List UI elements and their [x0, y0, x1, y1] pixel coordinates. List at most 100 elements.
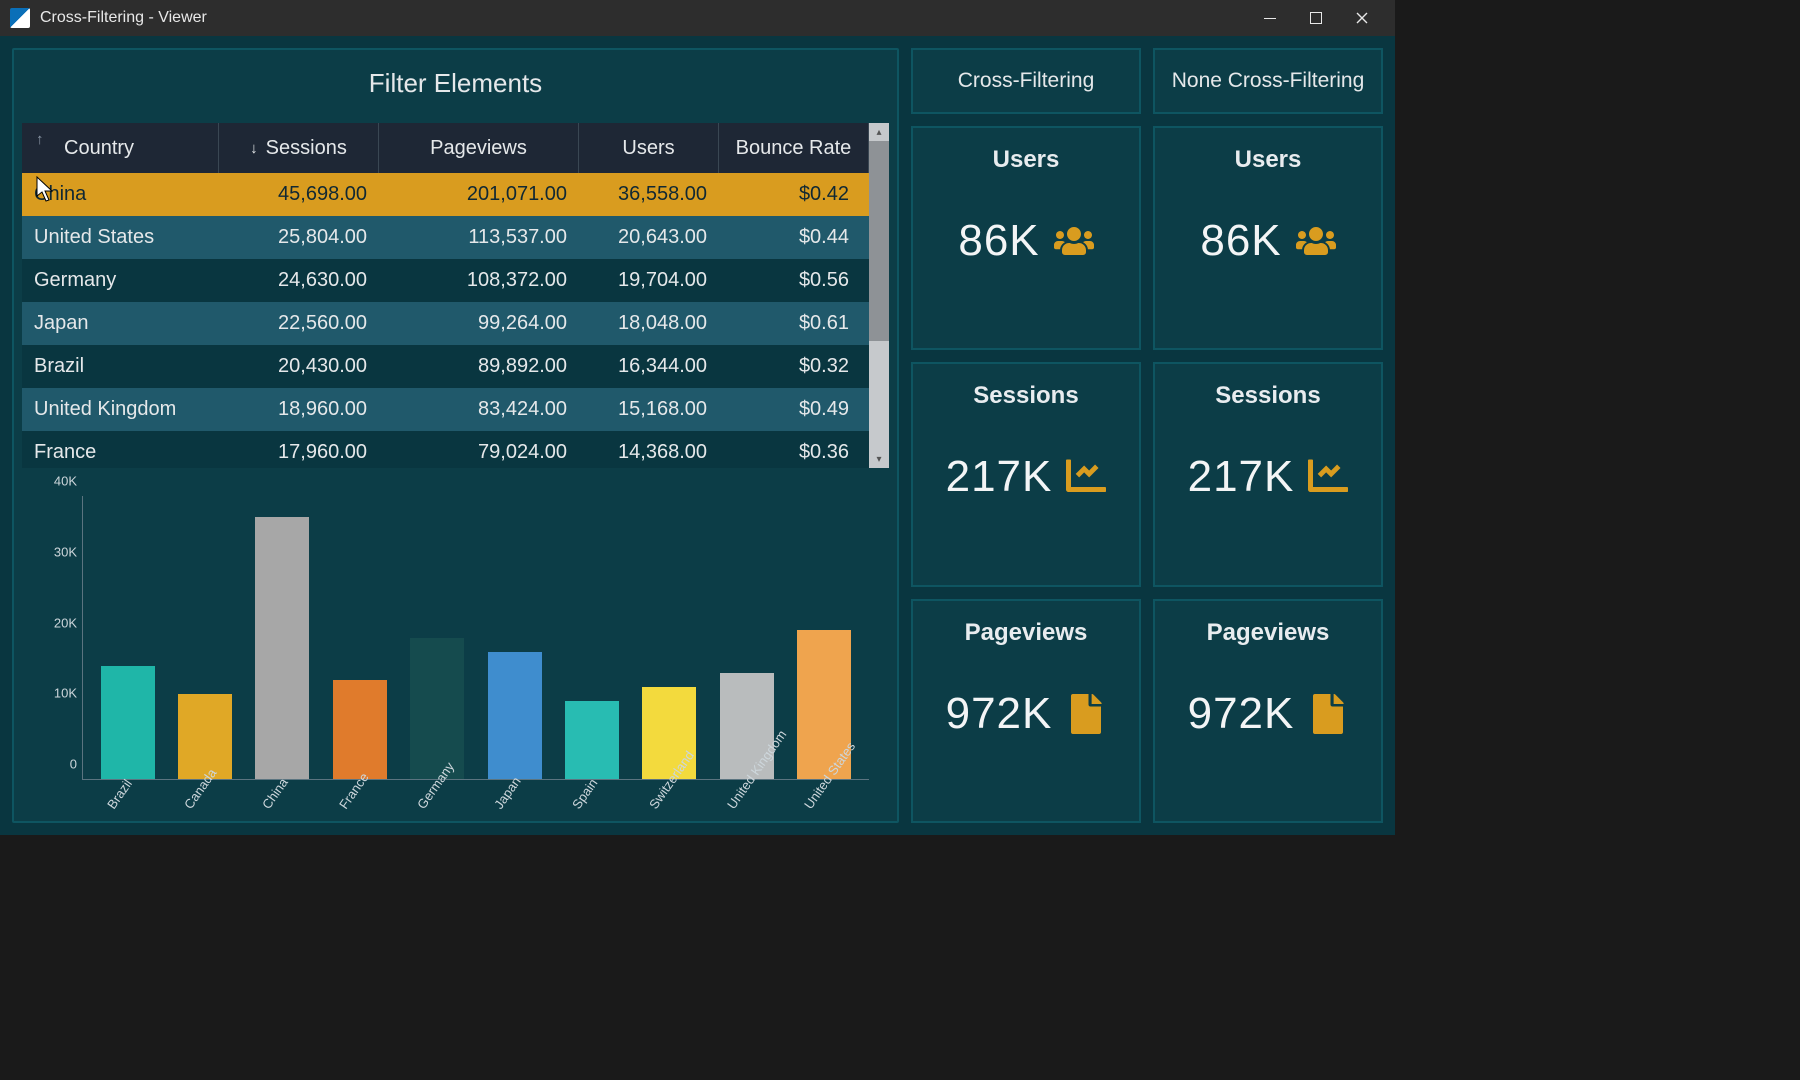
y-tick-label: 0	[35, 757, 77, 772]
bar[interactable]	[333, 496, 387, 779]
kpi-pageviews-cf[interactable]: Pageviews 972K	[911, 599, 1141, 823]
users-icon	[1296, 221, 1336, 261]
chart-line-icon	[1308, 457, 1348, 497]
col-header-sessions[interactable]: ↓ Sessions	[219, 123, 379, 173]
table-row[interactable]: Japan22,560.0099,264.0018,048.00$0.61	[22, 302, 869, 345]
kpi-value: 86K	[1200, 216, 1281, 266]
bar[interactable]	[720, 496, 774, 779]
col-header-users[interactable]: Users	[579, 123, 719, 173]
app-icon	[10, 8, 30, 28]
col-header-pageviews[interactable]: Pageviews	[379, 123, 579, 173]
cell-bounce: $0.32	[719, 355, 869, 378]
cell-pageviews: 79,024.00	[379, 441, 579, 464]
scroll-up-icon[interactable]: ▴	[876, 123, 881, 141]
kpi-title: Users	[1235, 146, 1302, 174]
kpi-value: 972K	[1188, 689, 1295, 739]
kpi-sessions-cf[interactable]: Sessions 217K	[911, 362, 1141, 586]
y-tick-label: 40K	[35, 474, 77, 489]
bar[interactable]	[410, 496, 464, 779]
table-row[interactable]: France17,960.0079,024.0014,368.00$0.36	[22, 431, 869, 468]
kpi-title: Pageviews	[1207, 619, 1330, 647]
cell-bounce: $0.61	[719, 312, 869, 335]
cell-country: United Kingdom	[22, 398, 219, 421]
bar[interactable]	[178, 496, 232, 779]
table-row[interactable]: United States25,804.00113,537.0020,643.0…	[22, 216, 869, 259]
cell-bounce: $0.56	[719, 269, 869, 292]
none-cross-filtering-column: None Cross-Filtering Users 86K Sessions …	[1153, 48, 1383, 823]
table-body: China45,698.00201,071.0036,558.00$0.42Un…	[22, 173, 869, 468]
cell-sessions: 45,698.00	[219, 183, 379, 206]
table-header-row: ↑ Country ↓ Sessions Pageviews Users Bou…	[22, 123, 869, 173]
bar[interactable]	[565, 496, 619, 779]
cell-pageviews: 99,264.00	[379, 312, 579, 335]
table-row[interactable]: China45,698.00201,071.0036,558.00$0.42	[22, 173, 869, 216]
cell-bounce: $0.42	[719, 183, 869, 206]
y-tick-label: 10K	[35, 686, 77, 701]
cell-country: Brazil	[22, 355, 219, 378]
y-tick-label: 30K	[35, 544, 77, 559]
cross-filtering-column: Cross-Filtering Users 86K Sessions 217K	[911, 48, 1141, 823]
cell-pageviews: 83,424.00	[379, 398, 579, 421]
cell-sessions: 25,804.00	[219, 226, 379, 249]
kpi-value: 217K	[946, 452, 1053, 502]
cell-sessions: 20,430.00	[219, 355, 379, 378]
kpi-users-ncf[interactable]: Users 86K	[1153, 126, 1383, 350]
kpi-sessions-ncf[interactable]: Sessions 217K	[1153, 362, 1383, 586]
kpi-value: 972K	[946, 689, 1053, 739]
col-header-ncf: None Cross-Filtering	[1153, 48, 1383, 114]
x-axis-labels: BrazilCanadaChinaFranceGermanyJapanSpain…	[82, 788, 869, 803]
cell-users: 19,704.00	[579, 269, 719, 292]
window-title: Cross-Filtering - Viewer	[40, 9, 207, 27]
cell-users: 15,168.00	[579, 398, 719, 421]
scroll-down-icon[interactable]: ▾	[876, 450, 881, 468]
chart-line-icon	[1066, 457, 1106, 497]
kpi-users-cf[interactable]: Users 86K	[911, 126, 1141, 350]
sort-asc-icon: ↑	[36, 131, 44, 148]
bar[interactable]	[255, 496, 309, 779]
app-window: Cross-Filtering - Viewer Filter Elements…	[0, 0, 1395, 835]
bar[interactable]	[797, 496, 851, 779]
kpi-title: Sessions	[1215, 382, 1320, 410]
col-header-bounce[interactable]: Bounce Rate	[719, 123, 869, 173]
scroll-thumb[interactable]	[869, 141, 889, 341]
cell-country: United States	[22, 226, 219, 249]
users-icon	[1054, 221, 1094, 261]
close-button[interactable]	[1339, 0, 1385, 36]
bar[interactable]	[642, 496, 696, 779]
maximize-button[interactable]	[1293, 0, 1339, 36]
cell-country: France	[22, 441, 219, 464]
cell-bounce: $0.49	[719, 398, 869, 421]
sort-desc-icon: ↓	[250, 140, 258, 157]
bar[interactable]	[101, 496, 155, 779]
file-icon	[1308, 694, 1348, 734]
cell-users: 18,048.00	[579, 312, 719, 335]
col-header-country[interactable]: ↑ Country	[22, 123, 219, 173]
kpi-title: Pageviews	[965, 619, 1088, 647]
cell-sessions: 22,560.00	[219, 312, 379, 335]
table-row[interactable]: United Kingdom18,960.0083,424.0015,168.0…	[22, 388, 869, 431]
y-tick-label: 20K	[35, 615, 77, 630]
filter-elements-panel: Filter Elements ↑ Country ↓ Sessions Pag…	[12, 48, 899, 823]
kpi-value: 217K	[1188, 452, 1295, 502]
file-icon	[1066, 694, 1106, 734]
cell-users: 14,368.00	[579, 441, 719, 464]
cell-sessions: 17,960.00	[219, 441, 379, 464]
scrollbar[interactable]: ▴ ▾	[869, 123, 889, 468]
cell-pageviews: 113,537.00	[379, 226, 579, 249]
kpi-pageviews-ncf[interactable]: Pageviews 972K	[1153, 599, 1383, 823]
content-area: Filter Elements ↑ Country ↓ Sessions Pag…	[0, 36, 1395, 835]
cell-users: 36,558.00	[579, 183, 719, 206]
cell-sessions: 18,960.00	[219, 398, 379, 421]
minimize-button[interactable]	[1247, 0, 1293, 36]
cell-pageviews: 89,892.00	[379, 355, 579, 378]
data-grid: ↑ Country ↓ Sessions Pageviews Users Bou…	[22, 123, 889, 468]
bar-chart: 010K20K30K40K BrazilCanadaChinaFranceGer…	[22, 482, 889, 813]
kpi-title: Sessions	[973, 382, 1078, 410]
bars-container	[83, 496, 869, 779]
bar[interactable]	[488, 496, 542, 779]
table-row[interactable]: Germany24,630.00108,372.0019,704.00$0.56	[22, 259, 869, 302]
cell-pageviews: 201,071.00	[379, 183, 579, 206]
panel-title: Filter Elements	[14, 50, 897, 113]
titlebar[interactable]: Cross-Filtering - Viewer	[0, 0, 1395, 36]
table-row[interactable]: Brazil20,430.0089,892.0016,344.00$0.32	[22, 345, 869, 388]
